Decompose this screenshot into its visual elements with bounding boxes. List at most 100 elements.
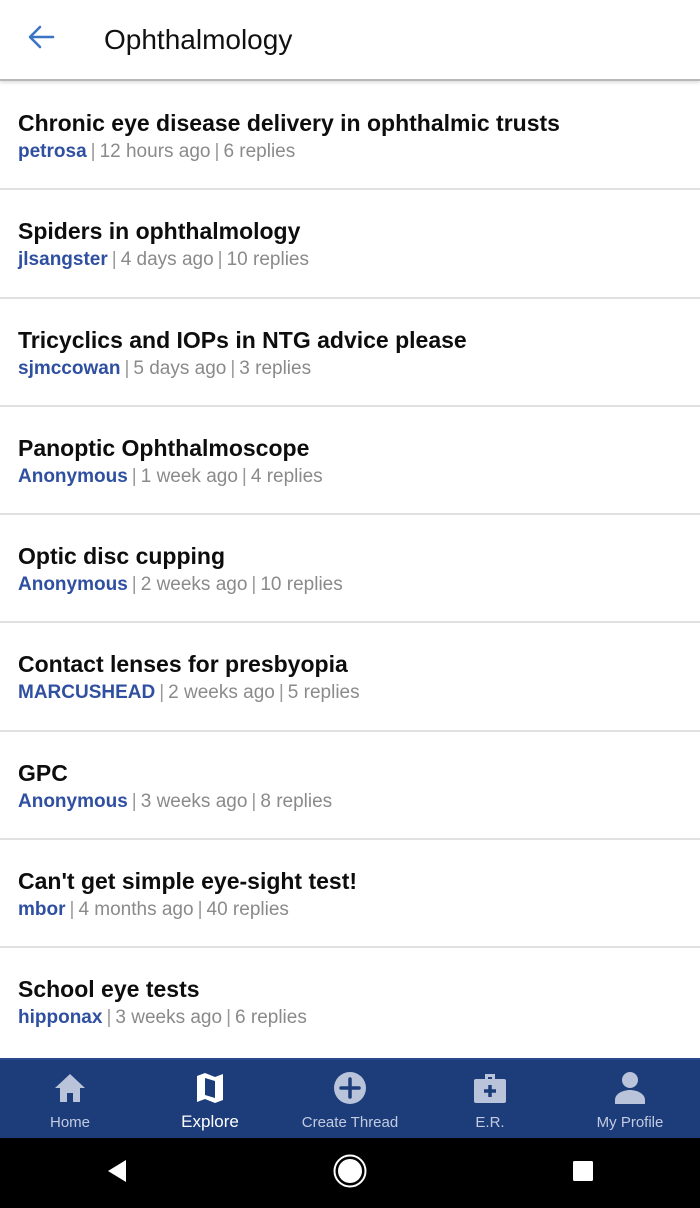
thread-time: 2 weeks ago [140, 574, 248, 596]
thread-list: Chronic eye disease delivery in ophthalm… [0, 82, 700, 1058]
thread-author-link[interactable]: petrosa [18, 141, 87, 162]
meta-separator: | [90, 141, 96, 162]
thread-time: 12 hours ago [99, 141, 211, 162]
thread-meta: petrosa | 12 hours ago | 6 replies [18, 139, 682, 165]
back-triangle-icon [105, 1158, 129, 1189]
thread-reply-count: 10 replies [260, 574, 343, 596]
meta-separator: | [131, 574, 137, 596]
thread-author-link[interactable]: jlsangster [18, 249, 108, 270]
thread-time: 1 week ago [140, 465, 238, 487]
app-bar: Ophthalmology [0, 0, 700, 81]
thread-reply-count: 3 replies [239, 357, 312, 379]
thread-list-item[interactable]: Spiders in ophthalmology jlsangster | 4 da… [0, 190, 700, 299]
thread-reply-count: 6 replies [223, 141, 296, 162]
thread-title: Chronic eye disease delivery in ophthalm… [18, 110, 560, 136]
meta-separator: | [230, 357, 236, 379]
thread-reply-count: 6 replies [235, 1007, 307, 1029]
nav-label-er: E.R. [475, 1114, 505, 1131]
meta-separator: | [69, 899, 75, 921]
recents-square-icon [571, 1159, 595, 1188]
meta-separator: | [251, 574, 257, 596]
meta-separator: | [241, 465, 247, 487]
system-navigation-bar [0, 1138, 700, 1208]
thread-list-item[interactable]: Optic disc cupping Anonymous | 2 weeks ago… [0, 515, 700, 624]
meta-separator: | [278, 682, 284, 704]
nav-item-home[interactable]: Home [0, 1060, 140, 1138]
meta-separator: | [197, 899, 203, 921]
meta-separator: | [159, 682, 165, 704]
map-icon [190, 1068, 230, 1108]
nav-item-explore[interactable]: Explore [140, 1060, 280, 1138]
thread-list-item[interactable]: Can't get simple eye-sight test! mbor | 4 … [0, 840, 700, 949]
bottom-navigation: Home Explore Create Thread E.R. My Profi… [0, 1058, 700, 1138]
thread-time: 4 days ago [120, 249, 214, 271]
system-recents-button[interactable] [543, 1138, 623, 1208]
home-icon [50, 1068, 90, 1108]
thread-meta: MARCUSHEAD | 2 weeks ago | 5 replies [18, 680, 682, 706]
home-circle-icon [332, 1153, 368, 1194]
thread-meta: mbor | 4 months ago | 40 replies [18, 897, 682, 923]
meta-separator: | [214, 141, 220, 162]
thread-reply-count: 40 replies [206, 899, 289, 921]
thread-author-link[interactable]: Anonymous [18, 574, 128, 595]
plus-circle-icon [330, 1068, 370, 1108]
arrow-left-icon [25, 21, 57, 58]
thread-title: School eye tests [18, 976, 200, 1003]
meta-separator: | [124, 357, 130, 379]
meta-separator: | [131, 790, 137, 812]
thread-reply-count: 4 replies [250, 465, 323, 487]
thread-list-item[interactable]: Contact lenses for presbyopia MARCUSHEAD… [0, 623, 700, 732]
system-home-button[interactable] [310, 1138, 390, 1208]
thread-author-link[interactable]: mbor [18, 899, 66, 920]
thread-time: 3 weeks ago [140, 790, 248, 812]
thread-title: GPC [18, 759, 68, 786]
thread-meta: hipponax | 3 weeks ago | 6 replies [18, 1005, 682, 1031]
thread-list-item[interactable]: GPC Anonymous | 3 weeks ago | 8 replies [0, 731, 700, 841]
meta-separator: | [251, 790, 257, 812]
person-icon [610, 1068, 650, 1108]
system-back-button[interactable] [77, 1138, 157, 1208]
thread-meta: Anonymous | 1 week ago | 4 replies [18, 464, 682, 490]
thread-time: 2 weeks ago [168, 682, 275, 704]
thread-meta: jlsangster | 4 days ago | 10 replies [18, 247, 682, 273]
nav-label-home: Home [49, 1114, 90, 1131]
back-button[interactable] [0, 0, 82, 80]
thread-list-item[interactable]: Panoptic Ophthalmoscope Anonymous | 1 week… [0, 406, 700, 516]
meta-separator: | [131, 465, 137, 487]
thread-list-item[interactable]: Chronic eye disease delivery in ophthalm… [0, 82, 700, 191]
thread-meta: Anonymous | 2 weeks ago | 10 replies [18, 572, 682, 598]
thread-meta: Anonymous | 3 weeks ago | 8 replies [18, 789, 682, 815]
meta-separator: | [106, 1007, 112, 1029]
thread-title: Optic disc cupping [18, 543, 226, 570]
thread-list-item[interactable]: Tricyclics and IOPs in NTG advice please… [0, 298, 700, 407]
meta-separator: | [217, 249, 223, 271]
thread-title: Spiders in ophthalmology [18, 218, 301, 245]
page-title: Ophthalmology [104, 23, 293, 55]
thread-author-link[interactable]: Anonymous [18, 791, 128, 812]
thread-title: Contact lenses for presbyopia [18, 651, 348, 678]
thread-author-link[interactable]: hipponax [18, 1007, 102, 1028]
nav-label-my-profile: My Profile [596, 1114, 664, 1131]
thread-list-item[interactable]: School eye tests hipponax | 3 weeks ago | 6 … [0, 948, 700, 1057]
thread-time: 4 months ago [78, 899, 194, 921]
meta-separator: | [226, 1007, 232, 1029]
thread-meta: sjmccowan | 5 days ago | 3 replies [18, 356, 682, 382]
first-aid-kit-icon [470, 1068, 510, 1108]
thread-author-link[interactable]: Anonymous [18, 466, 128, 487]
thread-time: 3 weeks ago [115, 1007, 223, 1029]
thread-author-link[interactable]: sjmccowan [18, 358, 120, 379]
thread-reply-count: 8 replies [260, 790, 333, 812]
nav-item-er[interactable]: E.R. [420, 1060, 560, 1138]
nav-item-my-profile[interactable]: My Profile [560, 1060, 700, 1138]
thread-title: Panoptic Ophthalmoscope [18, 434, 310, 461]
thread-title: Can't get simple eye-sight test! [18, 868, 358, 895]
thread-reply-count: 10 replies [226, 249, 309, 271]
thread-title: Tricyclics and IOPs in NTG advice please [18, 326, 467, 353]
thread-time: 5 days ago [133, 357, 227, 379]
nav-label-create-thread: Create Thread [301, 1114, 399, 1131]
nav-label-explore: Explore [181, 1112, 239, 1131]
nav-item-create-thread[interactable]: Create Thread [280, 1060, 420, 1138]
thread-author-link[interactable]: MARCUSHEAD [18, 682, 155, 703]
meta-separator: | [111, 249, 117, 271]
thread-reply-count: 5 replies [287, 682, 360, 704]
